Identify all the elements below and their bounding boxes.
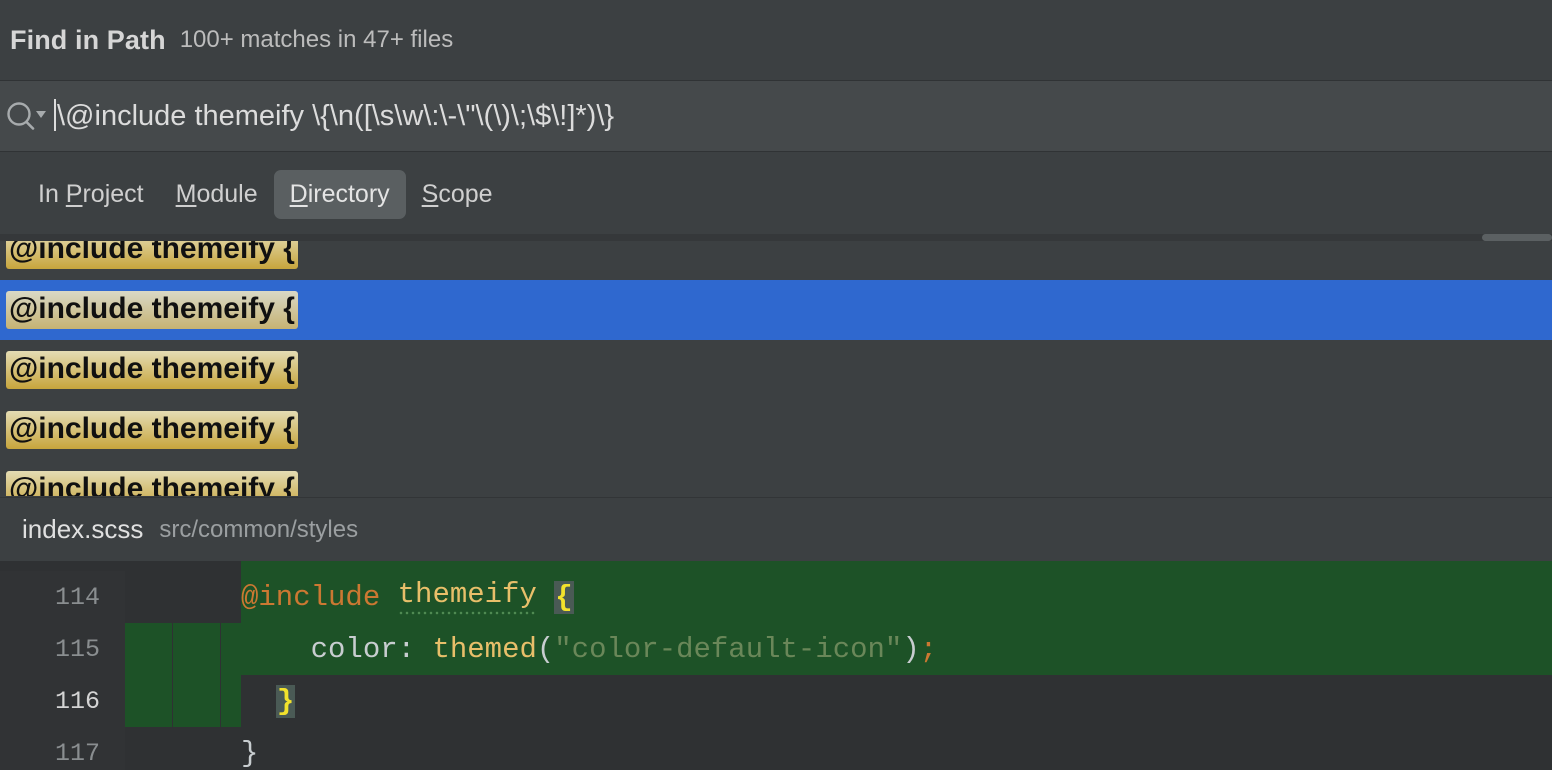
tab-label-suffix: odule bbox=[196, 180, 258, 208]
result-match-text: @include themeify { bbox=[6, 291, 298, 329]
code-line-content: } bbox=[241, 675, 1552, 727]
results-scrollbar-thumb[interactable] bbox=[1482, 234, 1552, 241]
line-number: 115 bbox=[54, 634, 100, 664]
result-match-text: @include themeify { bbox=[6, 411, 298, 449]
code-token-string: "color-default-icon" bbox=[554, 632, 903, 666]
result-row-4[interactable]: @include themeify { bbox=[0, 400, 1552, 460]
gutter-col-vcs bbox=[173, 727, 220, 770]
code-line-content: } bbox=[241, 727, 1552, 770]
code-line-117[interactable]: 117 } bbox=[0, 727, 1552, 770]
gutter-col-folding bbox=[221, 571, 241, 623]
line-number: 114 bbox=[54, 582, 100, 612]
search-bar[interactable]: \@include themeify \{\n([\s\w\:\-\"\(\)\… bbox=[0, 81, 1552, 151]
scope-tab-bar: In Project Module Directory Scope bbox=[0, 152, 1552, 382]
tab-mnemonic: M bbox=[175, 180, 197, 208]
code-line-content: color: themed ( "color-default-icon" ) ; bbox=[241, 623, 1552, 675]
code-token-paren-open: ( bbox=[536, 632, 555, 666]
line-number: 117 bbox=[54, 738, 100, 768]
code-token-indent bbox=[241, 633, 311, 666]
search-input-value: \@include themeify \{\n([\s\w\:\-\"\(\)\… bbox=[57, 100, 615, 132]
text-caret bbox=[54, 99, 56, 131]
code-token-semicolon: ; bbox=[919, 632, 938, 666]
dialog-titlebar: Find in Path 100+ matches in 47+ files bbox=[0, 0, 1552, 80]
gutter-col-folding bbox=[221, 727, 241, 770]
gutter-col-annotations bbox=[125, 727, 172, 770]
search-results-list[interactable]: @include themeify { @include themeify { … bbox=[0, 234, 1552, 496]
code-line-sliver bbox=[241, 561, 1552, 571]
gutter-col-vcs bbox=[173, 675, 220, 727]
tab-mnemonic: D bbox=[289, 180, 308, 208]
tab-label-suffix: cope bbox=[438, 180, 493, 208]
tab-label-suffix: irectory bbox=[307, 180, 390, 208]
gutter-col-vcs bbox=[173, 571, 220, 623]
tab-label-suffix: roject bbox=[82, 180, 144, 208]
result-row-5[interactable]: @include themeify { bbox=[0, 460, 1552, 496]
code-token-at-include: @include bbox=[241, 580, 381, 614]
line-number: 116 bbox=[54, 686, 100, 716]
match-count-label: 100+ matches in 47+ files bbox=[179, 26, 454, 53]
results-scrollbar-track[interactable] bbox=[0, 234, 1552, 241]
result-match-text: @include themeify { bbox=[6, 471, 298, 496]
preview-file-header[interactable]: index.scss src/common/styles bbox=[0, 497, 1552, 561]
gutter-col-annotations bbox=[125, 675, 172, 727]
code-token-mixin-name: themeify bbox=[397, 578, 537, 616]
code-token-brace-close: } bbox=[241, 736, 259, 770]
gutter-col-vcs bbox=[173, 623, 220, 675]
code-token-brace-open: { bbox=[554, 580, 574, 614]
code-token-function: themed bbox=[432, 632, 537, 666]
code-preview-pane[interactable]: 114 @include themeify { 115 color: theme… bbox=[0, 561, 1552, 770]
sidebar-item-in-project[interactable]: In Project bbox=[22, 170, 160, 219]
tab-mnemonic: S bbox=[421, 180, 439, 208]
find-in-path-dialog: Find in Path 100+ matches in 47+ files \… bbox=[0, 0, 1552, 770]
code-token-paren-close: ) bbox=[902, 632, 920, 666]
tab-scope[interactable]: Scope bbox=[406, 170, 509, 219]
search-input[interactable]: \@include themeify \{\n([\s\w\:\-\"\(\)\… bbox=[54, 99, 614, 133]
page-title: Find in Path bbox=[10, 24, 166, 55]
gutter-col-folding bbox=[221, 623, 241, 675]
code-token-brace-close: } bbox=[275, 684, 296, 718]
search-icon[interactable] bbox=[0, 81, 54, 151]
result-match-text: @include themeify { bbox=[6, 351, 298, 389]
result-row-3[interactable]: @include themeify { bbox=[0, 340, 1552, 400]
tab-label-prefix: In bbox=[38, 180, 66, 208]
code-gutter-sliver bbox=[0, 561, 241, 571]
gutter-col-folding bbox=[221, 675, 241, 727]
code-line-114[interactable]: 114 @include themeify { bbox=[0, 571, 1552, 623]
code-line-116[interactable]: 116 } bbox=[0, 675, 1552, 727]
chevron-down-icon bbox=[36, 111, 46, 118]
preview-file-path: src/common/styles bbox=[159, 515, 359, 543]
result-row-2[interactable]: @include themeify { bbox=[0, 280, 1552, 340]
gutter-col-annotations bbox=[125, 623, 172, 675]
tab-module[interactable]: Module bbox=[160, 170, 274, 219]
code-token-indent bbox=[241, 685, 276, 718]
gutter-col-annotations bbox=[125, 571, 172, 623]
tab-mnemonic: P bbox=[65, 180, 83, 208]
preview-file-name: index.scss bbox=[22, 514, 144, 544]
code-token-property: color: bbox=[310, 632, 416, 666]
tab-directory[interactable]: Directory bbox=[273, 170, 406, 219]
code-line-115[interactable]: 115 color: themed ( "color-default-icon"… bbox=[0, 623, 1552, 675]
code-line-content: @include themeify { bbox=[241, 571, 1552, 623]
